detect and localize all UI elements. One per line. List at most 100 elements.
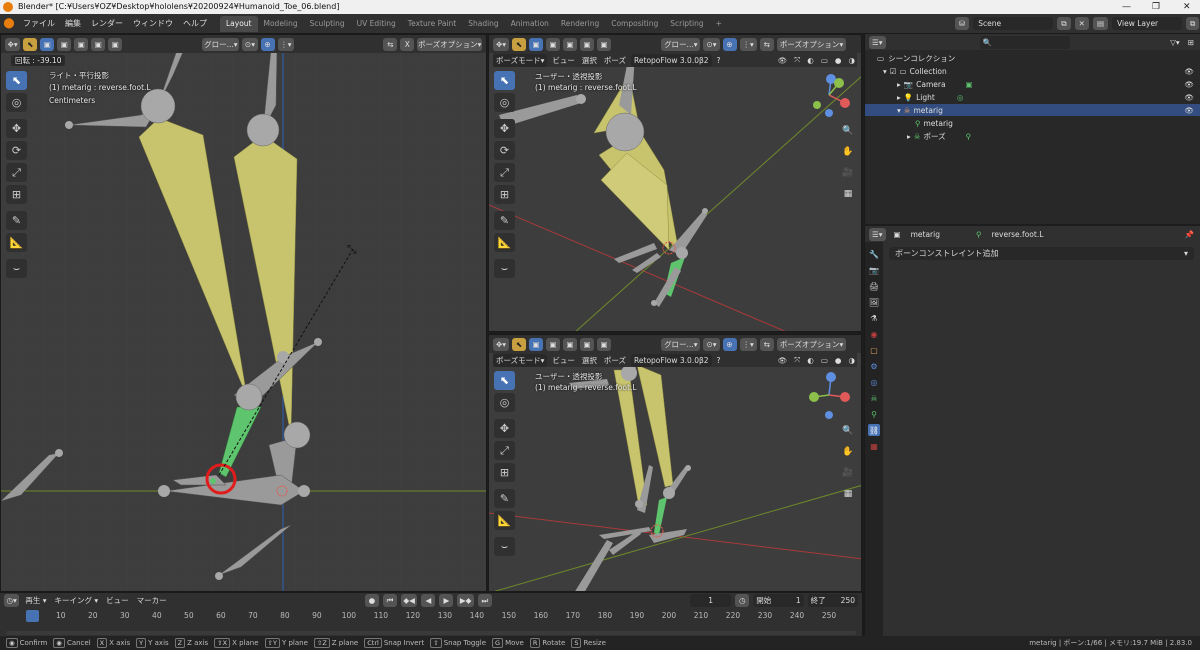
visibility-eye-icon[interactable]: 👁 [1184,93,1194,102]
select-mode-invert-icon[interactable]: ▣ [580,37,595,51]
blender-menu-icon[interactable]: ⬤ [0,18,18,29]
perspective-grid-icon[interactable]: ▦ [840,186,856,202]
scene-tab-icon[interactable]: ⚗ [868,312,880,324]
select-tool-icon[interactable]: ⬉ [512,37,527,51]
tab-compositing[interactable]: Compositing [605,16,664,32]
outliner-item-metarig-data[interactable]: ⚲ metarig [865,117,1200,129]
menu-select[interactable]: 選択 [580,355,599,366]
add-bone-constraint-dropdown[interactable]: ボーンコンストレイント追加 ▾ [889,247,1194,260]
new-collection-icon[interactable]: ⊞ [1186,38,1196,47]
output-tab-icon[interactable]: 🖨 [868,280,880,292]
outliner-item-collection[interactable]: ▾ ☑ ▭ Collection 👁 [865,65,1200,77]
select-mode-subtract-icon[interactable]: ▣ [74,37,89,51]
move-tool-icon[interactable]: ✥ [6,119,27,138]
viewport-bottom-right[interactable]: ✥▾ ⬉ ▣ ▣ ▣ ▣ ▣ グロー... ▾ ⊙▾ ⊕ ⋮▾ ⇆ ポーズオプショ… [488,334,862,592]
snap-options-icon[interactable]: ⋮▾ [739,37,757,51]
select-mode-intersect-icon[interactable]: ▣ [597,337,612,351]
maximize-icon[interactable]: ❐ [1152,0,1160,14]
annotate-tool-icon[interactable]: ✎ [494,489,515,508]
mode-dropdown[interactable]: ポーズモード ▾ [493,353,548,367]
timeline-scrollbar[interactable] [6,631,856,635]
pose-options-dropdown[interactable]: ポーズオプション ▾ [417,37,482,51]
orientation-dropdown[interactable]: グロー... ▾ [661,37,701,51]
shading-material-icon[interactable]: ◑ [846,56,857,65]
measure-tool-icon[interactable]: 📐 [494,511,515,530]
close-icon[interactable]: ✕ [1183,0,1191,14]
rotate-tool-icon[interactable]: ⟳ [494,141,515,160]
expand-arrow-icon[interactable]: ▸ [897,80,901,89]
pose-tool-icon[interactable]: ⌣ [6,259,27,278]
overlay-icon[interactable]: ◐ [805,356,816,365]
transform-tool-icon[interactable]: ⊞ [494,185,515,204]
menu-help[interactable]: ヘルプ [178,14,212,34]
perspective-grid-icon[interactable]: ▦ [840,486,856,502]
scale-tool-icon[interactable]: ⤢ [494,441,515,460]
visibility-icon[interactable]: 👁 [776,356,790,365]
xray-icon[interactable]: ▭ [819,356,830,365]
view-layer-tab-icon[interactable]: 🖼 [868,296,880,308]
tab-layout[interactable]: Layout [220,15,258,32]
outliner-item-pose[interactable]: ▸ ☠ ポーズ ⚲ [865,130,1200,142]
orientation-dropdown[interactable]: グロー... ▾ [661,337,701,351]
move-tool-icon[interactable]: ✥ [494,419,515,438]
select-mode-extend-icon[interactable]: ▣ [57,37,72,51]
shading-solid-icon[interactable]: ● [833,356,844,365]
scale-tool-icon[interactable]: ⤢ [494,163,515,182]
cursor-tool-icon[interactable]: ◎ [494,393,515,412]
help-icon[interactable]: ? [715,356,723,365]
select-mode-intersect-icon[interactable]: ▣ [597,37,612,51]
shading-solid-icon[interactable]: ● [833,56,844,65]
copy-view-layer-icon[interactable]: ⧉ [1186,17,1200,30]
delete-scene-icon[interactable]: ✕ [1074,17,1089,30]
retopoflow-button[interactable]: RetopoFlow 3.0.0β2 [631,53,712,67]
scene-icon[interactable]: ⛁ [955,17,970,30]
move-tool-icon[interactable]: ✥ [494,119,515,138]
menu-view[interactable]: ビュー [550,355,577,366]
physics-tab-icon[interactable]: ◎ [868,376,880,388]
checkbox-icon[interactable]: ☑ [890,67,897,76]
bone-constraints-tab-icon[interactable]: ⛓ [868,424,880,436]
pin-icon[interactable]: 📌 [1183,230,1196,239]
menu-render[interactable]: レンダー [86,14,128,34]
tab-texture-paint[interactable]: Texture Paint [402,16,462,32]
outliner-editor-type-icon[interactable]: ☰▾ [869,35,886,49]
select-box-tool-icon[interactable]: ⬉ [6,71,27,90]
pan-hand-icon[interactable]: ✋ [840,444,856,460]
cursor-tool-icon[interactable]: ◎ [494,93,515,112]
transform-tool-icon[interactable]: ⊞ [494,463,515,482]
shading-material-icon[interactable]: ◑ [846,356,857,365]
minimize-icon[interactable]: — [1122,0,1131,14]
select-box-tool-icon[interactable]: ⬉ [494,71,515,90]
orientation-dropdown[interactable]: グロー... ▾ [202,37,240,51]
mode-dropdown[interactable]: ポーズモード ▾ [493,53,548,67]
visibility-eye-icon[interactable]: 👁 [1184,67,1194,76]
transform-tool-icon[interactable]: ⊞ [6,185,27,204]
select-mode-new-icon[interactable]: ▣ [529,337,544,351]
tab-scripting[interactable]: Scripting [664,16,709,32]
scene-selector[interactable]: Scene [973,17,1054,30]
menu-view[interactable]: ビュー [550,55,577,66]
select-mode-subtract-icon[interactable]: ▣ [563,37,578,51]
xray-icon[interactable]: ▭ [819,56,830,65]
object-data-tab-icon[interactable]: ☠ [868,392,880,404]
copy-scene-icon[interactable]: ⧉ [1057,17,1071,30]
measure-tool-icon[interactable]: 📐 [494,233,515,252]
snap-options-icon[interactable]: ⋮▾ [277,37,295,51]
mirror-icon[interactable]: ⇆ [759,337,774,351]
pivot-icon[interactable]: ⊙▾ [242,37,258,51]
visibility-icon[interactable]: 👁 [776,56,790,65]
object-tab-icon[interactable]: ▢ [868,344,880,356]
snap-icon[interactable]: ⊕ [722,337,737,351]
snap-options-icon[interactable]: ⋮▾ [739,337,757,351]
tab-sculpting[interactable]: Sculpting [304,16,351,32]
properties-editor-type-icon[interactable]: ☰▾ [869,227,886,241]
menu-pose[interactable]: ポーズ [602,355,628,366]
tab-shading[interactable]: Shading [462,16,504,32]
tab-modeling[interactable]: Modeling [258,16,304,32]
filter-icon[interactable]: ▽▾ [1168,38,1182,47]
expand-arrow-icon[interactable]: ▾ [883,67,887,76]
select-mode-intersect-icon[interactable]: ▣ [108,37,123,51]
pose-options-dropdown[interactable]: ポーズオプション ▾ [776,337,847,351]
retopoflow-button[interactable]: RetopoFlow 3.0.0β2 [631,353,712,367]
gizmo-toggle-icon[interactable]: ⤧ [792,355,802,365]
